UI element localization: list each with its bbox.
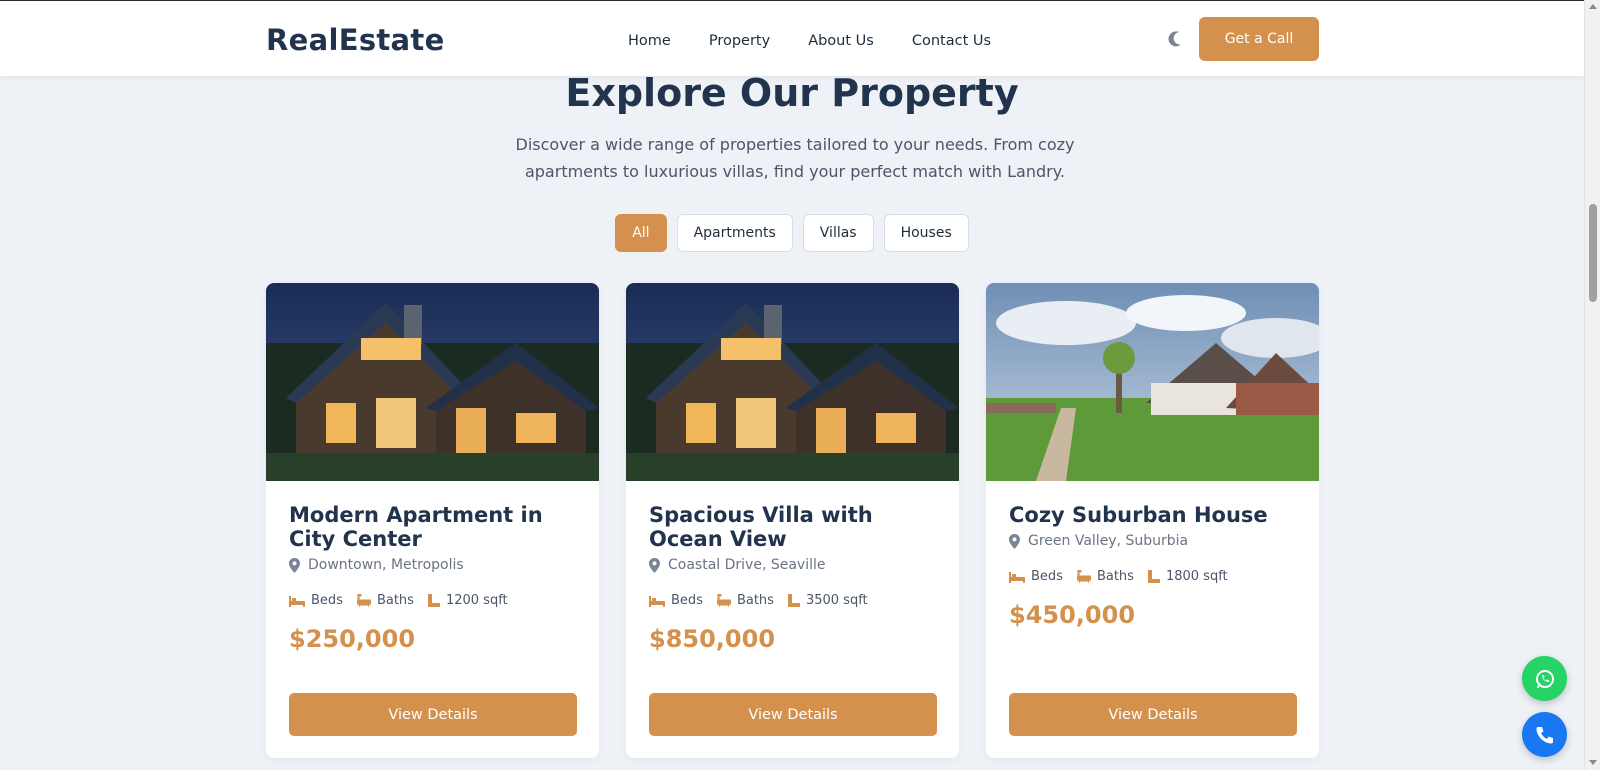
baths-feature: Baths [356, 593, 414, 608]
bed-icon [1009, 571, 1025, 583]
area-feature: 1200 sqft [427, 593, 508, 608]
property-price: $250,000 [289, 625, 416, 653]
beds-feature: Beds [289, 593, 343, 608]
property-features: Beds Baths 1200 sqft [289, 593, 522, 608]
property-card[interactable]: Cozy Suburban House Green Valley, Suburb… [986, 283, 1319, 758]
bed-icon [289, 595, 305, 607]
ruler-icon [1147, 570, 1160, 583]
scroll-thumb[interactable] [1589, 204, 1597, 302]
whatsapp-button[interactable] [1522, 656, 1567, 701]
nav-property[interactable]: Property [709, 33, 770, 49]
property-price: $850,000 [649, 625, 776, 653]
call-button[interactable] [1522, 712, 1567, 757]
nav-home[interactable]: Home [628, 33, 671, 49]
location-pin-icon [1009, 533, 1020, 549]
page: RealEstate Home Property About Us Contac… [0, 0, 1584, 770]
beds-feature: Beds [1009, 569, 1063, 584]
bath-icon [356, 594, 371, 607]
ruler-icon [787, 594, 800, 607]
filter-tabs: All Apartments Villas Houses [0, 214, 1584, 252]
page-scrollbar[interactable] [1584, 0, 1600, 770]
filter-all[interactable]: All [615, 214, 667, 252]
filter-apartments[interactable]: Apartments [676, 214, 793, 252]
beds-feature: Beds [649, 593, 703, 608]
nav-contact-us[interactable]: Contact Us [912, 33, 991, 49]
baths-label: Baths [376, 593, 414, 608]
filter-houses[interactable]: Houses [883, 214, 969, 252]
view-details-button[interactable]: View Details [289, 693, 577, 736]
view-details-button[interactable]: View Details [649, 693, 937, 736]
beds-label: Beds [311, 593, 343, 608]
bath-icon [716, 594, 731, 607]
property-features: Beds Baths 1800 sqft [1009, 569, 1242, 584]
brand-logo[interactable]: RealEstate [266, 23, 445, 57]
main-nav: Home Property About Us Contact Us [628, 33, 1029, 49]
baths-feature: Baths [716, 593, 774, 608]
location-text: Coastal Drive, Seaville [668, 557, 826, 573]
property-price: $450,000 [1009, 601, 1136, 629]
view-details-button[interactable]: View Details [1009, 693, 1297, 736]
ruler-icon [427, 594, 440, 607]
property-features: Beds Baths 3500 sqft [649, 593, 882, 608]
property-image[interactable] [986, 283, 1319, 481]
area-label: 3500 sqft [805, 593, 868, 608]
nav-about-us[interactable]: About Us [808, 33, 874, 49]
baths-label: Baths [736, 593, 774, 608]
scroll-down-arrow[interactable] [1589, 760, 1597, 765]
location-pin-icon [649, 557, 660, 573]
get-a-call-button[interactable]: Get a Call [1199, 17, 1319, 61]
location-pin-icon [289, 557, 300, 573]
beds-label: Beds [671, 593, 703, 608]
property-title[interactable]: Cozy Suburban House [1009, 503, 1299, 527]
filter-villas[interactable]: Villas [802, 214, 874, 252]
moon-icon[interactable] [1166, 29, 1186, 49]
area-feature: 3500 sqft [787, 593, 868, 608]
baths-label: Baths [1096, 569, 1134, 584]
property-location: Green Valley, Suburbia [1009, 533, 1188, 549]
property-title[interactable]: Spacious Villa with Ocean View [649, 503, 939, 551]
property-image[interactable] [266, 283, 599, 481]
property-location: Coastal Drive, Seaville [649, 557, 826, 573]
whatsapp-icon [1535, 669, 1554, 688]
beds-label: Beds [1031, 569, 1063, 584]
property-location: Downtown, Metropolis [289, 557, 464, 573]
property-card[interactable]: Modern Apartment in City Center Downtown… [266, 283, 599, 758]
section-title: Explore Our Property [565, 71, 1019, 115]
scroll-up-arrow[interactable] [1589, 4, 1597, 9]
area-label: 1800 sqft [1165, 569, 1228, 584]
bath-icon [1076, 570, 1091, 583]
property-image[interactable] [626, 283, 959, 481]
bed-icon [649, 595, 665, 607]
property-title[interactable]: Modern Apartment in City Center [289, 503, 579, 551]
area-label: 1200 sqft [445, 593, 508, 608]
section-subtitle: Discover a wide range of properties tail… [515, 135, 1075, 181]
baths-feature: Baths [1076, 569, 1134, 584]
phone-icon [1536, 726, 1553, 743]
site-header: RealEstate Home Property About Us Contac… [0, 1, 1584, 76]
location-text: Downtown, Metropolis [308, 557, 464, 573]
property-card[interactable]: Spacious Villa with Ocean View Coastal D… [626, 283, 959, 758]
area-feature: 1800 sqft [1147, 569, 1228, 584]
location-text: Green Valley, Suburbia [1028, 533, 1189, 549]
